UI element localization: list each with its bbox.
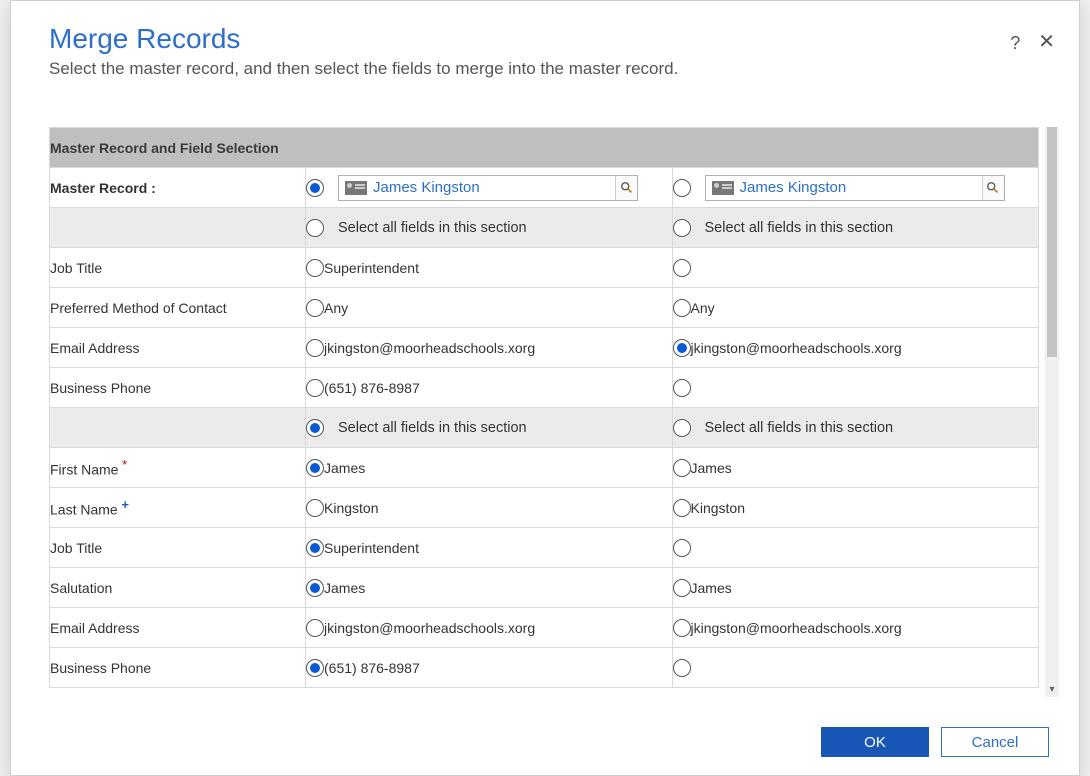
- field-value: James: [324, 580, 365, 596]
- section-header: Master Record and Field Selection: [50, 128, 1039, 168]
- field-radio-left[interactable]: [306, 579, 324, 597]
- lookup-search-icon[interactable]: [982, 176, 1004, 200]
- dialog-footer: OK Cancel: [821, 727, 1049, 757]
- field-radio-left[interactable]: [306, 499, 324, 517]
- scroll-down-icon[interactable]: ▾: [1045, 681, 1059, 697]
- field-value: James: [324, 460, 365, 476]
- field-label: Last Name +: [50, 488, 306, 528]
- ok-button[interactable]: OK: [821, 727, 929, 757]
- field-radio-left[interactable]: [306, 659, 324, 677]
- master-record-radio-left[interactable]: [306, 179, 324, 197]
- field-radio-right[interactable]: [673, 499, 691, 517]
- dialog-subtitle: Select the master record, and then selec…: [49, 59, 1044, 79]
- merge-grid-scroll[interactable]: Master Record and Field Selection Master…: [49, 127, 1039, 697]
- field-value: jkingston@moorheadschools.xorg: [691, 620, 902, 636]
- master-record-lookup-right[interactable]: James Kingston: [705, 175, 1005, 201]
- master-record-radio-right[interactable]: [673, 179, 691, 197]
- field-radio-left[interactable]: [306, 459, 324, 477]
- scrollbar-thumb[interactable]: [1047, 127, 1057, 357]
- field-row: Business Phone (651) 876-8987: [50, 648, 1039, 688]
- field-label: Business Phone: [50, 368, 306, 408]
- field-radio-right[interactable]: [673, 619, 691, 637]
- select-all-label: Select all fields in this section: [328, 220, 527, 236]
- select-all-radio-right[interactable]: [673, 419, 691, 437]
- vertical-scrollbar[interactable]: ▾: [1045, 127, 1059, 697]
- field-radio-right[interactable]: [673, 259, 691, 277]
- lookup-name: James Kingston: [373, 179, 615, 196]
- field-row: Email Address jkingston@moorheadschools.x…: [50, 608, 1039, 648]
- contact-card-icon: [712, 181, 734, 195]
- dialog-header: Merge Records Select the master record, …: [11, 1, 1079, 87]
- field-radio-right[interactable]: [673, 379, 691, 397]
- field-label: Preferred Method of Contact: [50, 288, 306, 328]
- field-value: jkingston@moorheadschools.xorg: [691, 340, 902, 356]
- field-radio-right[interactable]: [673, 299, 691, 317]
- field-label: Email Address: [50, 608, 306, 648]
- select-all-row: Select all fields in this section Select …: [50, 408, 1039, 448]
- select-all-label: Select all fields in this section: [695, 420, 894, 436]
- lookup-search-icon[interactable]: [615, 176, 637, 200]
- field-value: jkingston@moorheadschools.xorg: [324, 340, 535, 356]
- field-radio-right[interactable]: [673, 339, 691, 357]
- recommended-mark: +: [118, 497, 129, 512]
- field-label: Business Phone: [50, 648, 306, 688]
- field-value: (651) 876-8987: [324, 660, 420, 676]
- field-row: Last Name + Kingston Kingston: [50, 488, 1039, 528]
- field-row: Job Title Superintendent: [50, 528, 1039, 568]
- field-radio-right[interactable]: [673, 539, 691, 557]
- field-label: Email Address: [50, 328, 306, 368]
- field-row: First Name * James James: [50, 448, 1039, 488]
- merge-records-dialog: Merge Records Select the master record, …: [10, 0, 1080, 776]
- field-label: Salutation: [50, 568, 306, 608]
- select-all-radio-left[interactable]: [306, 219, 324, 237]
- field-value: James: [691, 580, 732, 596]
- field-radio-left[interactable]: [306, 339, 324, 357]
- field-value: jkingston@moorheadschools.xorg: [324, 620, 535, 636]
- field-row: Job Title Superintendent: [50, 248, 1039, 288]
- field-radio-left[interactable]: [306, 379, 324, 397]
- field-value: (651) 876-8987: [324, 380, 420, 396]
- master-record-lookup-left[interactable]: James Kingston: [338, 175, 638, 201]
- contact-card-icon: [345, 181, 367, 195]
- required-mark: *: [118, 457, 127, 472]
- dialog-title: Merge Records: [49, 23, 1044, 55]
- field-value: James: [691, 460, 732, 476]
- field-row: Salutation James James: [50, 568, 1039, 608]
- field-row: Preferred Method of Contact Any Any: [50, 288, 1039, 328]
- select-all-label: Select all fields in this section: [328, 420, 527, 436]
- field-radio-left[interactable]: [306, 259, 324, 277]
- merge-fields-table: Master Record and Field Selection Master…: [49, 127, 1039, 688]
- field-label: Job Title: [50, 528, 306, 568]
- master-record-label: Master Record :: [50, 168, 306, 208]
- field-value: Superintendent: [324, 540, 419, 556]
- field-radio-right[interactable]: [673, 579, 691, 597]
- select-all-label: Select all fields in this section: [695, 220, 894, 236]
- select-all-row: Select all fields in this section Select …: [50, 208, 1039, 248]
- lookup-name: James Kingston: [740, 179, 982, 196]
- close-icon[interactable]: ✕: [1038, 33, 1055, 54]
- select-all-radio-left[interactable]: [306, 419, 324, 437]
- field-row: Business Phone (651) 876-8987: [50, 368, 1039, 408]
- field-radio-left[interactable]: [306, 299, 324, 317]
- select-all-radio-right[interactable]: [673, 219, 691, 237]
- field-radio-right[interactable]: [673, 459, 691, 477]
- field-value: Superintendent: [324, 260, 419, 276]
- field-label: First Name *: [50, 448, 306, 488]
- help-icon[interactable]: ?: [1010, 33, 1020, 54]
- field-label: Job Title: [50, 248, 306, 288]
- field-value: Kingston: [691, 500, 745, 516]
- field-radio-right[interactable]: [673, 659, 691, 677]
- field-value: Kingston: [324, 500, 378, 516]
- field-value: Any: [691, 300, 715, 316]
- cancel-button[interactable]: Cancel: [941, 727, 1049, 757]
- master-record-row: Master Record : James Kingston: [50, 168, 1039, 208]
- field-radio-left[interactable]: [306, 539, 324, 557]
- field-row: Email Address jkingston@moorheadschools.x…: [50, 328, 1039, 368]
- field-radio-left[interactable]: [306, 619, 324, 637]
- field-value: Any: [324, 300, 348, 316]
